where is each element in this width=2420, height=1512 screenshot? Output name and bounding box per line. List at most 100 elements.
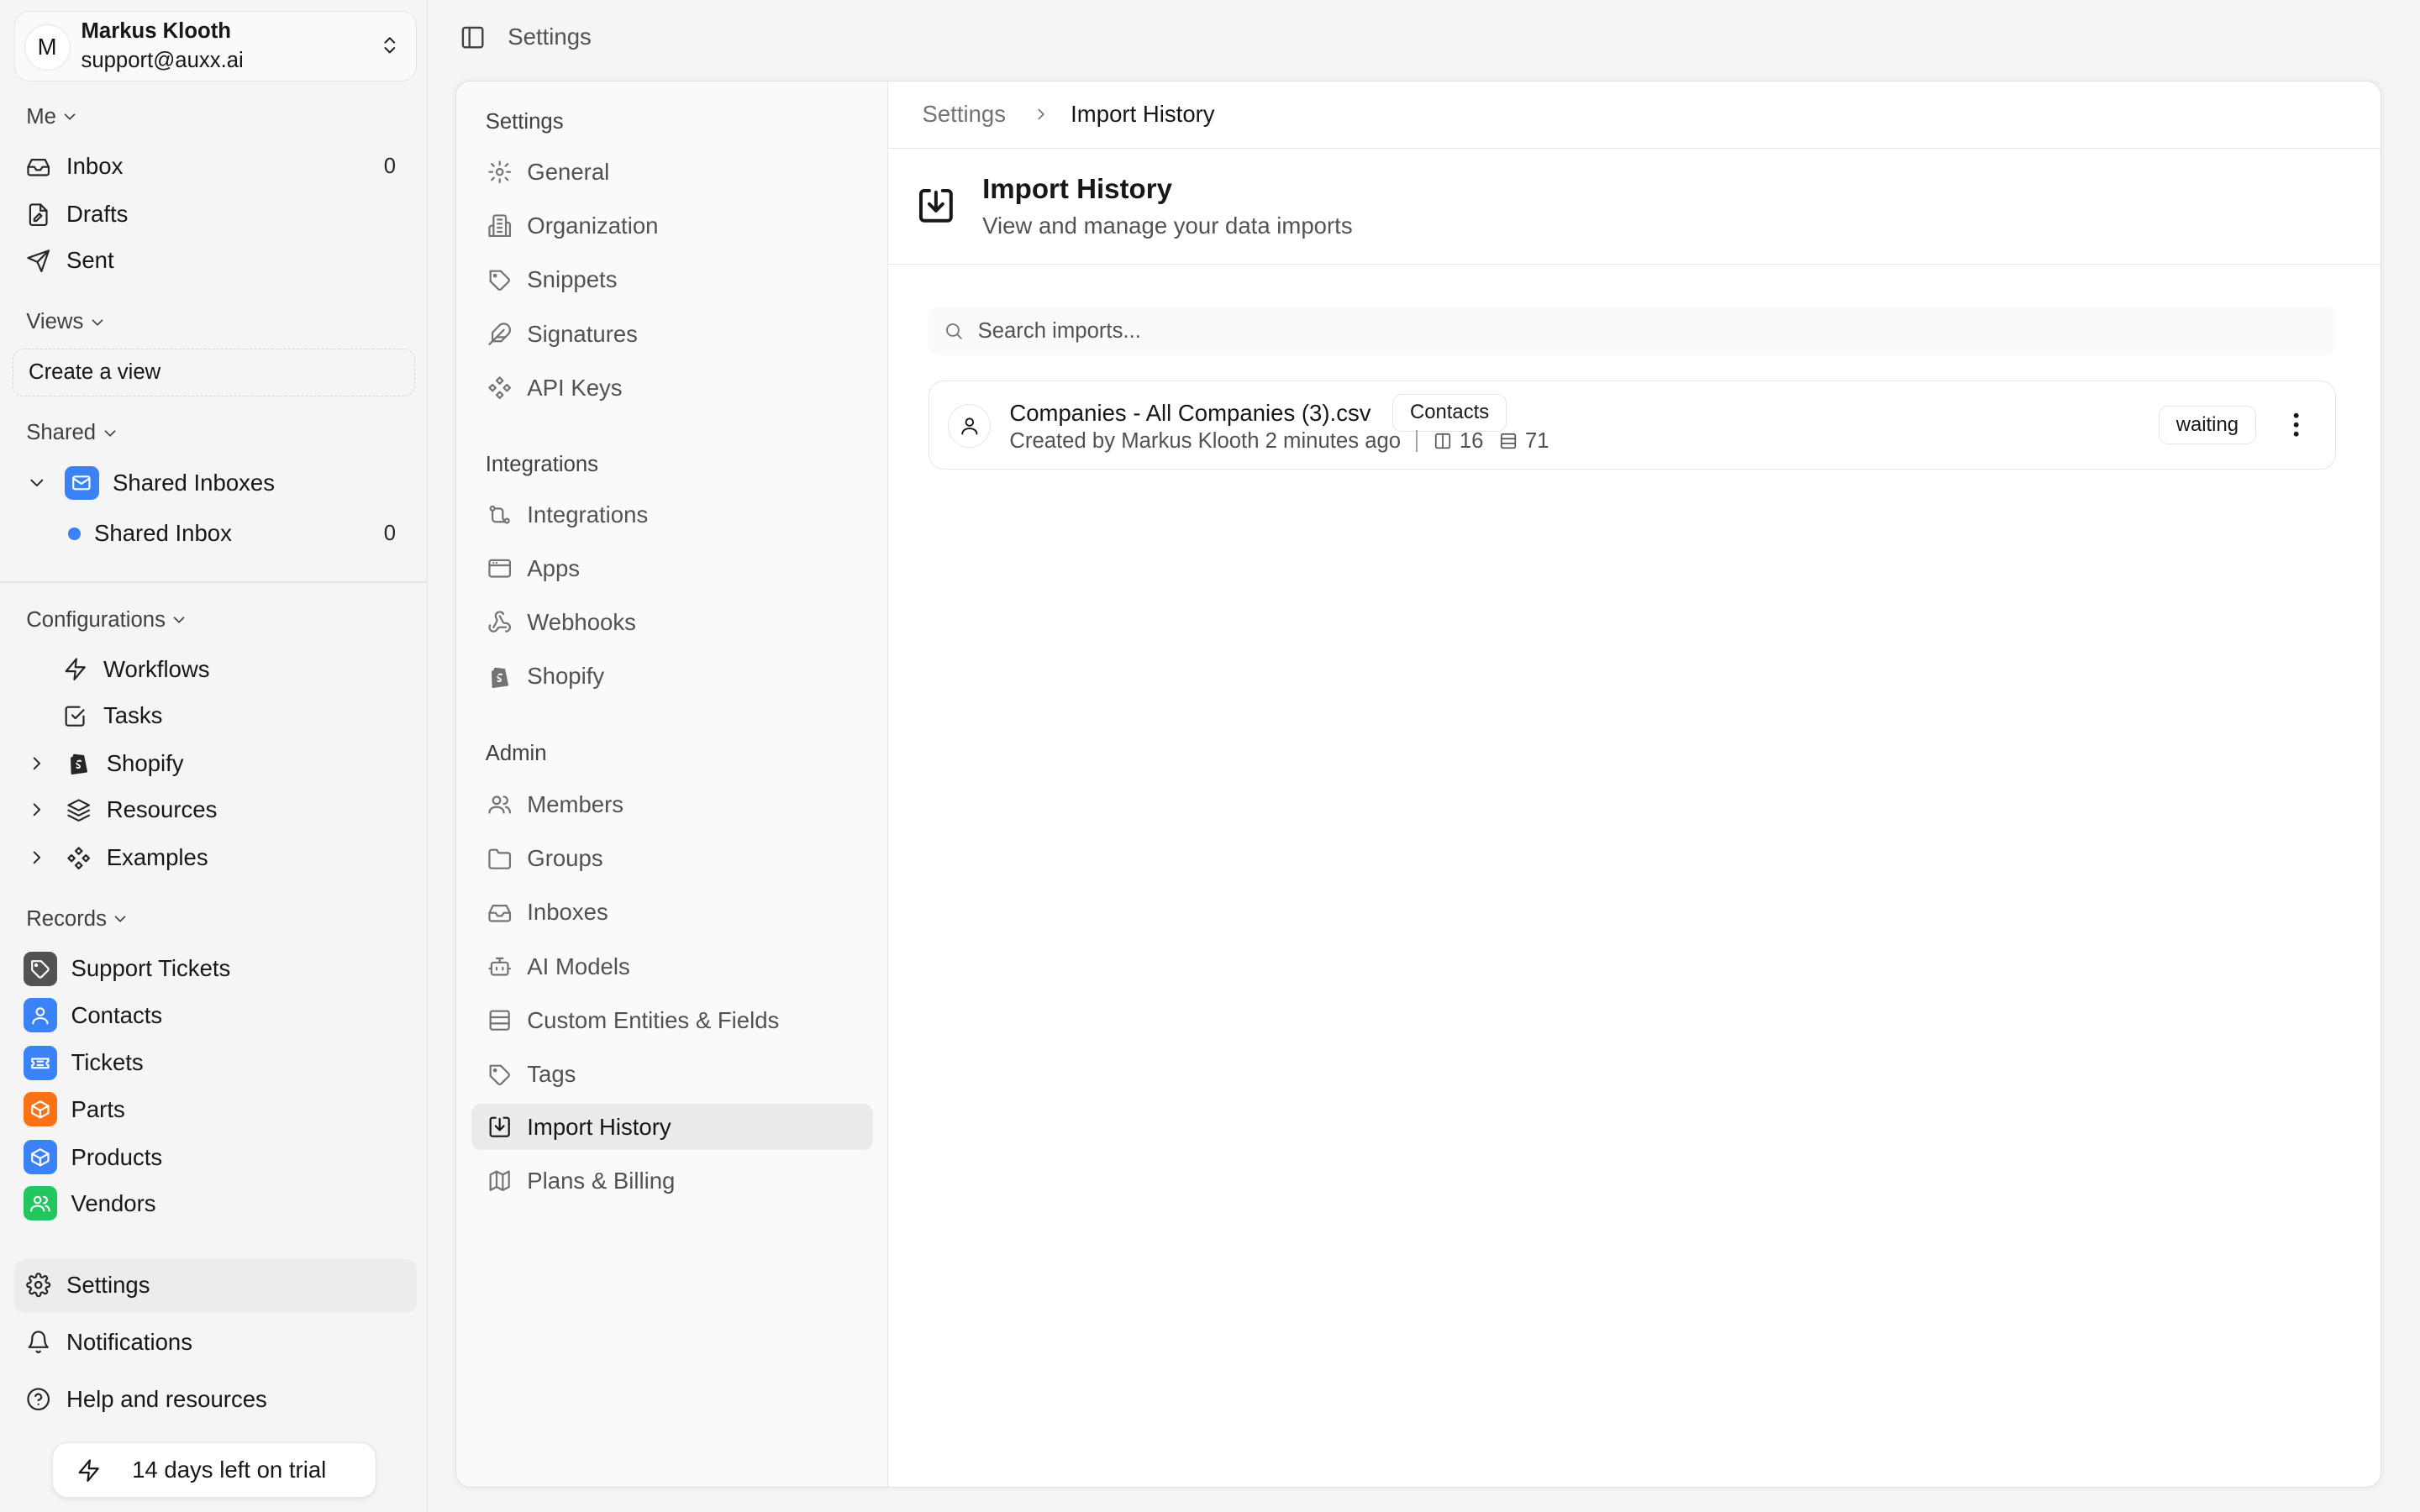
settings-nav-signatures[interactable]: Signatures [471, 311, 873, 357]
sidebar-item-examples[interactable]: Examples [26, 836, 408, 879]
sidebar-item-label: Help and resources [66, 1385, 267, 1412]
sidebar-item-vendors[interactable]: Vendors [23, 1182, 408, 1225]
settings-nav-general[interactable]: General [471, 149, 873, 195]
user-switcher[interactable]: M Markus Klooth support@auxx.ai [13, 10, 417, 82]
section-records-toggle[interactable]: Records [26, 907, 129, 932]
settings-nav-label: General [527, 158, 610, 185]
settings-nav-label: Members [527, 790, 624, 817]
components-icon [67, 846, 90, 869]
create-view-button[interactable]: Create a view [12, 349, 416, 397]
settings-nav-snippets[interactable]: Snippets [471, 257, 873, 303]
sidebar-item-parts[interactable]: Parts [23, 1088, 408, 1131]
sidebar-item-sent[interactable]: Sent [26, 239, 408, 282]
settings-panel: Settings General Organization Snippets S… [455, 80, 2381, 1488]
section-shared-toggle[interactable]: Shared [26, 421, 118, 445]
sidebar-item-shopify[interactable]: Shopify [26, 742, 408, 785]
settings-nav-shopify[interactable]: Shopify [471, 654, 873, 700]
inbox-icon [27, 158, 50, 176]
settings-nav-tags[interactable]: Tags [471, 1052, 873, 1098]
building-icon [487, 214, 511, 238]
panel-left-icon [462, 27, 484, 49]
sidebar-item-inbox[interactable]: Inbox 0 [26, 145, 408, 188]
sidebar-item-label: Shopify [106, 750, 184, 777]
chevron-down-icon [30, 479, 44, 487]
mail-icon [65, 465, 99, 501]
meta-divider [1416, 430, 1418, 453]
sidebar-item-label: Drafts [66, 201, 129, 228]
section-shared-label: Shared [26, 421, 97, 445]
columns-icon [1434, 433, 1450, 449]
import-icon [916, 186, 956, 226]
shared-inbox-count: 0 [383, 521, 397, 545]
workflow-icon [489, 505, 510, 524]
sidebar-item-notifications[interactable]: Notifications [26, 1320, 408, 1363]
trial-label: 14 days left on trial [132, 1457, 327, 1483]
users-icon [23, 1186, 57, 1221]
chevron-down-icon [174, 617, 185, 623]
settings-nav-members[interactable]: Members [471, 781, 873, 827]
search-input[interactable] [977, 318, 2306, 344]
more-options-button[interactable] [2284, 411, 2308, 438]
settings-nav-plans-billing[interactable]: Plans & Billing [471, 1158, 873, 1205]
sidebar-item-help[interactable]: Help and resources [26, 1378, 408, 1420]
sidebar-item-tickets[interactable]: Tickets [23, 1042, 408, 1084]
chevron-right-icon [1038, 109, 1044, 120]
ticket-icon [23, 1046, 57, 1080]
sidebar-item-workflows[interactable]: Workflows [63, 648, 408, 690]
sidebar-item-drafts[interactable]: Drafts [26, 193, 408, 236]
settings-nav-import-history[interactable]: Import History [471, 1104, 873, 1151]
sidebar-item-contacts[interactable]: Contacts [23, 994, 408, 1037]
settings-nav-ai-models[interactable]: AI Models [471, 943, 873, 990]
settings-nav-heading: Settings [485, 110, 564, 134]
section-views-toggle[interactable]: Views [26, 310, 107, 334]
entity-badge: Contacts [1392, 393, 1507, 433]
import-meta: Created by Markus Klooth 2 minutes ago 1… [1009, 429, 1549, 454]
settings-nav-inboxes[interactable]: Inboxes [471, 890, 873, 936]
section-me-toggle[interactable]: Me [26, 105, 79, 129]
sidebar-item-resources[interactable]: Resources [26, 789, 408, 832]
settings-nav-webhooks[interactable]: Webhooks [471, 600, 873, 646]
users-icon [487, 795, 511, 814]
app-window-icon [487, 559, 511, 578]
check-square-icon [65, 706, 85, 727]
settings-nav-label: Snippets [527, 266, 618, 293]
sidebar-item-shared-inbox[interactable]: Shared Inbox 0 [67, 512, 408, 555]
import-columns-count: 16 [1459, 428, 1484, 453]
search-bar [928, 306, 2336, 356]
settings-nav-api-keys[interactable]: API Keys [471, 365, 873, 411]
sidebar-item-shared-inboxes[interactable]: Shared Inboxes [26, 461, 408, 504]
chevron-right-icon [33, 851, 41, 864]
settings-nav-label: Groups [527, 845, 603, 872]
settings-nav-groups[interactable]: Groups [471, 836, 873, 882]
settings-nav-label: AI Models [527, 953, 630, 979]
breadcrumb: Settings Import History [888, 81, 2381, 150]
tag-icon [23, 952, 57, 986]
import-row[interactable]: Companies - All Companies (3).csv Contac… [928, 380, 2336, 470]
page-header: Import History View and manage your data… [888, 149, 2381, 265]
breadcrumb-parent[interactable]: Settings [922, 101, 1006, 128]
status-dot [67, 528, 81, 540]
trial-button[interactable]: 14 days left on trial [52, 1442, 377, 1499]
section-configurations-toggle[interactable]: Configurations [26, 608, 188, 633]
admin-nav-heading: Admin [485, 741, 547, 765]
help-circle-icon [27, 1388, 50, 1411]
gear-icon [487, 160, 511, 184]
chevron-down-icon [115, 916, 126, 923]
sidebar-item-label: Contacts [71, 1001, 163, 1028]
sidebar-toggle-button[interactable] [460, 24, 486, 50]
sidebar-item-products[interactable]: Products [23, 1136, 408, 1179]
sidebar-item-settings[interactable]: Settings [26, 1263, 408, 1306]
cube-icon [23, 1140, 57, 1174]
sidebar-item-tasks[interactable]: Tasks [63, 695, 408, 738]
settings-nav-apps[interactable]: Apps [471, 545, 873, 591]
feather-icon [487, 323, 511, 346]
sidebar-item-support-tickets[interactable]: Support Tickets [23, 948, 408, 990]
settings-nav-label: API Keys [527, 374, 623, 401]
section-configurations-label: Configurations [26, 607, 166, 632]
settings-nav-organization[interactable]: Organization [471, 203, 873, 249]
bolt-icon [65, 658, 87, 681]
status-badge: waiting [2158, 406, 2257, 445]
settings-nav-custom-entities[interactable]: Custom Entities & Fields [471, 997, 873, 1043]
settings-nav-integrations[interactable]: Integrations [471, 491, 873, 538]
settings-nav-label: Plans & Billing [527, 1168, 676, 1194]
